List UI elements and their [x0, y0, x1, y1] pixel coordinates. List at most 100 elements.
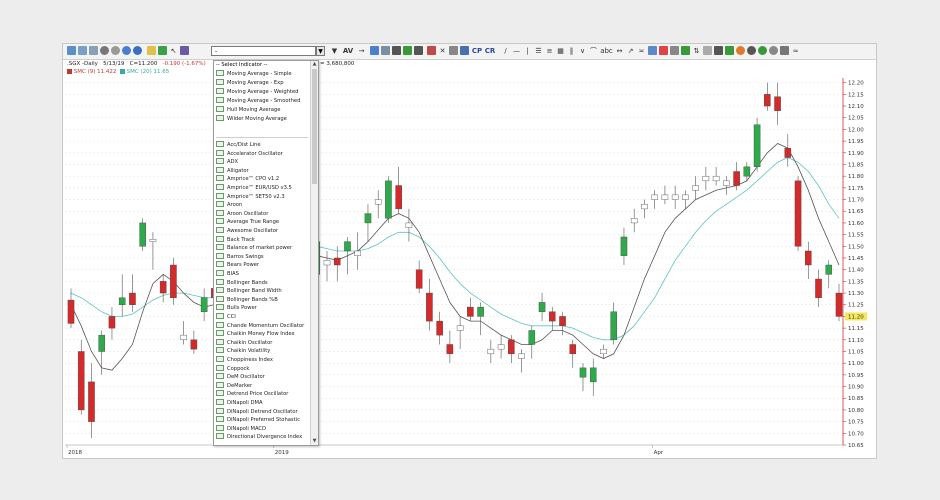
clock-icon[interactable] [747, 46, 756, 55]
indicator-option[interactable]: Back Track [216, 235, 255, 245]
magnet-icon[interactable] [714, 46, 723, 55]
dropdown-title[interactable]: -- Select Indicator -- [216, 61, 267, 69]
indicator-option[interactable]: Balance of market power [216, 244, 292, 253]
ma-option[interactable]: Moving Average - Exp [216, 79, 284, 88]
indicator-option[interactable]: Awesome Oscillator [216, 227, 278, 236]
note-icon[interactable] [703, 46, 712, 55]
folder-icon[interactable] [147, 46, 156, 55]
ma-option[interactable]: Moving Average - Weighted [216, 88, 298, 97]
indicator-dropdown-list[interactable]: -- Select Indicator -- Moving Average - … [213, 60, 319, 446]
crosshair-icon[interactable] [180, 46, 189, 55]
indicator-option[interactable]: Bollinger Bands [216, 278, 268, 288]
indicator-option[interactable]: Barros Swings [216, 252, 264, 262]
line-chart-icon[interactable] [392, 46, 401, 55]
indicator-option[interactable]: Chaikin Oscillator [216, 338, 272, 348]
indicator-option[interactable]: CCI [216, 313, 236, 322]
play-icon[interactable] [758, 46, 767, 55]
indicator-option[interactable]: Amprice™ CPO v1.2 [216, 175, 279, 184]
text-tool-button[interactable]: abc [600, 46, 613, 56]
scrollbar-thumb[interactable] [312, 69, 317, 184]
area-chart-icon[interactable] [403, 46, 412, 55]
indicator-option[interactable]: Amprice™ SET50 v2.3 [216, 192, 285, 202]
ma-option[interactable]: Moving Average - Simple [216, 70, 292, 79]
channel-icon[interactable]: ☰ [534, 46, 543, 56]
settings-icon[interactable] [111, 46, 120, 55]
indicator-option[interactable]: Aroon [216, 201, 242, 210]
indicator-option[interactable]: Detrend Price Oscillator [216, 390, 288, 399]
indicator-option[interactable]: DeMarker [216, 381, 252, 391]
ellipse-icon[interactable] [659, 46, 668, 55]
indicator-option[interactable]: DeM Oscillator [216, 373, 265, 382]
candle-chart-icon[interactable] [381, 46, 390, 55]
indicator-option[interactable]: Average True Range [216, 218, 279, 227]
indicator-option[interactable]: BIAS [216, 270, 239, 279]
arc-icon[interactable]: ⌒ [589, 46, 598, 56]
indicator-option[interactable]: Chande Momentum Oscillator [216, 321, 304, 331]
indicator-option[interactable]: Bollinger Band Width [216, 287, 282, 296]
grid-icon[interactable] [414, 46, 423, 55]
indicator-option[interactable]: Alligator [216, 166, 249, 176]
indicator-option[interactable]: Amprice™ EUR/USD v3.5 [216, 184, 292, 193]
ma-option[interactable]: Moving Average - Smoothed [216, 97, 300, 106]
cursor-icon[interactable]: ↖ [169, 46, 178, 56]
indicator-option[interactable]: DiNapoli Preferred Stohastic [216, 416, 300, 425]
ray-icon[interactable]: ↗ [626, 46, 635, 56]
ma-option[interactable]: Hull Moving Average [216, 106, 280, 115]
eraser-icon[interactable] [670, 46, 679, 55]
print-icon[interactable] [89, 46, 98, 55]
indicator-option[interactable]: Bollinger Bands %B [216, 295, 278, 305]
scroll-up-icon[interactable]: ▲ [311, 61, 318, 68]
dropdown-scrollbar[interactable]: ▲ ▼ [310, 61, 318, 445]
trendline-icon[interactable]: ∕ [501, 46, 510, 56]
shape-icon[interactable] [648, 46, 657, 55]
chart-type-button[interactable]: AV [342, 46, 354, 56]
indicator-option[interactable]: Accelerator Oscillator [216, 149, 283, 159]
help-icon[interactable] [133, 46, 142, 55]
bar-chart-icon[interactable] [370, 46, 379, 55]
pitchfork-icon[interactable]: ∨ [578, 46, 587, 56]
fibonacci-icon[interactable]: ≡ [545, 46, 554, 56]
scroll-down-icon[interactable]: ▼ [311, 438, 318, 445]
indicator-select[interactable]: - [211, 46, 316, 56]
measure-icon[interactable]: ↔ [615, 46, 624, 56]
layers-icon[interactable] [780, 46, 789, 55]
cr-button[interactable]: CR [484, 46, 496, 56]
cycle-lines-icon[interactable]: ‖ [567, 46, 576, 56]
indicator-option[interactable]: DiNapoli Detrend Oscillator [216, 407, 298, 417]
sell-arrow-icon[interactable]: ⇅ [692, 46, 701, 56]
indicator-option[interactable]: Bulls Power [216, 304, 257, 313]
brush-icon[interactable]: ≍ [637, 46, 646, 56]
info-icon[interactable] [122, 46, 131, 55]
open-chart-icon[interactable] [67, 46, 76, 55]
indicator-option[interactable]: Bears Power [216, 261, 259, 270]
indicator-option[interactable]: Aroon Oscillator [216, 209, 268, 219]
buy-arrow-icon[interactable] [681, 46, 690, 55]
indicator-dropdown-button[interactable]: ▼ [316, 46, 325, 56]
wifi-icon[interactable]: ≈ [791, 46, 800, 56]
target-icon[interactable] [769, 46, 778, 55]
indicator-option[interactable]: DiNapoli DMA [216, 399, 263, 408]
indicator-option[interactable]: Acc/Dist Line [216, 141, 261, 150]
horizontal-line-icon[interactable]: — [512, 46, 521, 56]
close-icon[interactable]: ✕ [438, 46, 447, 56]
lock-icon[interactable] [725, 46, 734, 55]
indicator-option[interactable]: ADX [216, 158, 238, 167]
cp-button[interactable]: CP [471, 46, 483, 56]
indicator-option[interactable]: Choppiness Index [216, 356, 273, 365]
arrow-right-icon[interactable]: → [357, 46, 366, 56]
zoom-box-icon[interactable] [449, 46, 458, 55]
add-indicator-icon[interactable]: ▼ [330, 46, 339, 56]
indicator-option[interactable]: DiNapoli MACD [216, 424, 266, 434]
compare-icon[interactable] [460, 46, 469, 55]
indicator-option[interactable]: Chaikin Volatility [216, 347, 270, 356]
ma-option[interactable]: Wilder Moving Average [216, 115, 287, 124]
price-chart[interactable]: 12.20 12.15 12.10 12.05 12.00 11.95 11.90 11.85… [63, 60, 876, 458]
indicator-option[interactable]: Chaikin Money Flow Index [216, 330, 295, 339]
indicator-option[interactable]: Coppock [216, 364, 249, 374]
gann-icon[interactable]: ▦ [556, 46, 565, 56]
globe-icon[interactable] [100, 46, 109, 55]
save-chart-icon[interactable] [78, 46, 87, 55]
refresh-icon[interactable] [158, 46, 167, 55]
vertical-line-icon[interactable]: | [523, 46, 532, 56]
alert-icon[interactable] [736, 46, 745, 55]
